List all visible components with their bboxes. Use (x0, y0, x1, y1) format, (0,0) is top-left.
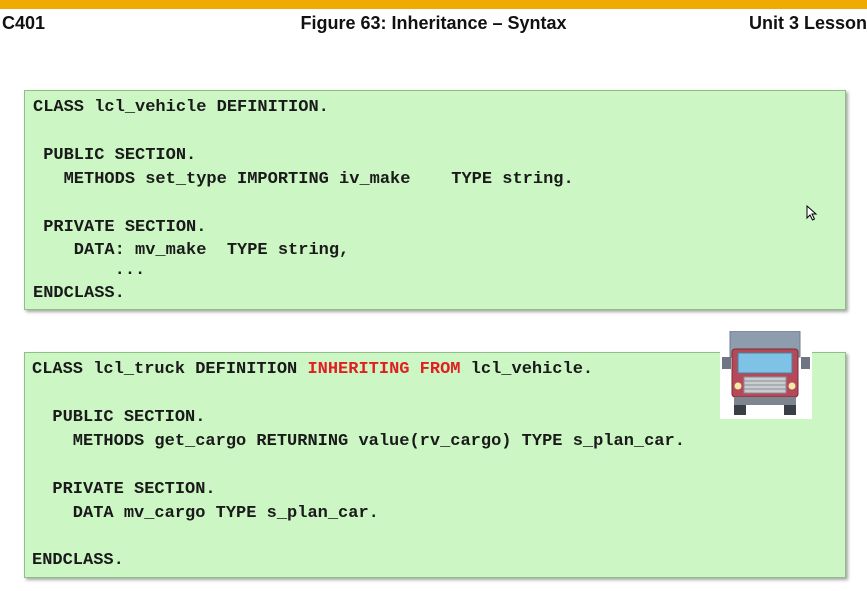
code-line: PUBLIC SECTION. (32, 408, 206, 427)
course-code: C401 (2, 13, 46, 33)
class-definition-start: CLASS lcl_truck DEFINITION (32, 360, 308, 379)
inheriting-from-keyword: INHERITING FROM (307, 360, 461, 379)
code-line: PUBLIC SECTION. (33, 146, 197, 165)
code-line: ENDCLASS. (32, 551, 124, 570)
class-definition-line: CLASS lcl_truck DEFINITION INHERITING FR… (32, 360, 593, 380)
truck-icon (720, 330, 812, 419)
mouse-pointer-icon (806, 204, 818, 221)
code-line: METHODS get_cargo RETURNING value(rv_car… (32, 432, 685, 451)
code-line: PRIVATE SECTION. (33, 218, 207, 237)
top-accent-bar (0, 0, 867, 9)
vehicle-class-code-box: CLASS lcl_vehicle DEFINITION. PUBLIC SEC… (24, 90, 846, 310)
figure-title: Figure 63: Inheritance – Syntax (300, 13, 567, 33)
code-line: ... (33, 261, 146, 280)
code-line: PRIVATE SECTION. (32, 480, 216, 499)
code-line: DATA: mv_make TYPE string, (33, 241, 350, 260)
code-line: CLASS lcl_vehicle DEFINITION. (33, 98, 329, 117)
unit-label: Unit 3 Lesson (748, 13, 867, 33)
code-line: DATA mv_cargo TYPE s_plan_car. (32, 504, 379, 523)
superclass-name: lcl_vehicle. (460, 360, 594, 379)
code-line: METHODS set_type IMPORTING iv_make TYPE … (33, 170, 574, 189)
code-line: ENDCLASS. (33, 284, 125, 303)
